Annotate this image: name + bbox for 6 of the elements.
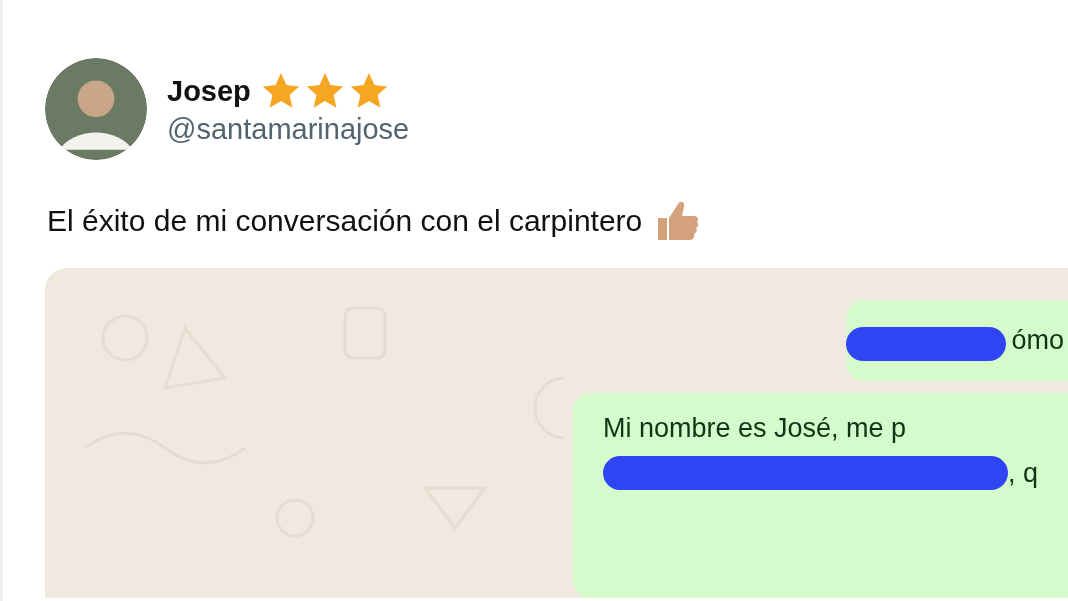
- tweet-text: El éxito de mi conversación con el carpintero: [47, 204, 643, 238]
- author-name: Josep: [167, 75, 251, 108]
- author-handle: @santamarinajose: [167, 112, 410, 146]
- message-text: ómo: [1011, 325, 1064, 357]
- message-text: Mi nombre es José, me p: [603, 413, 907, 445]
- message-text: , q: [1008, 457, 1039, 489]
